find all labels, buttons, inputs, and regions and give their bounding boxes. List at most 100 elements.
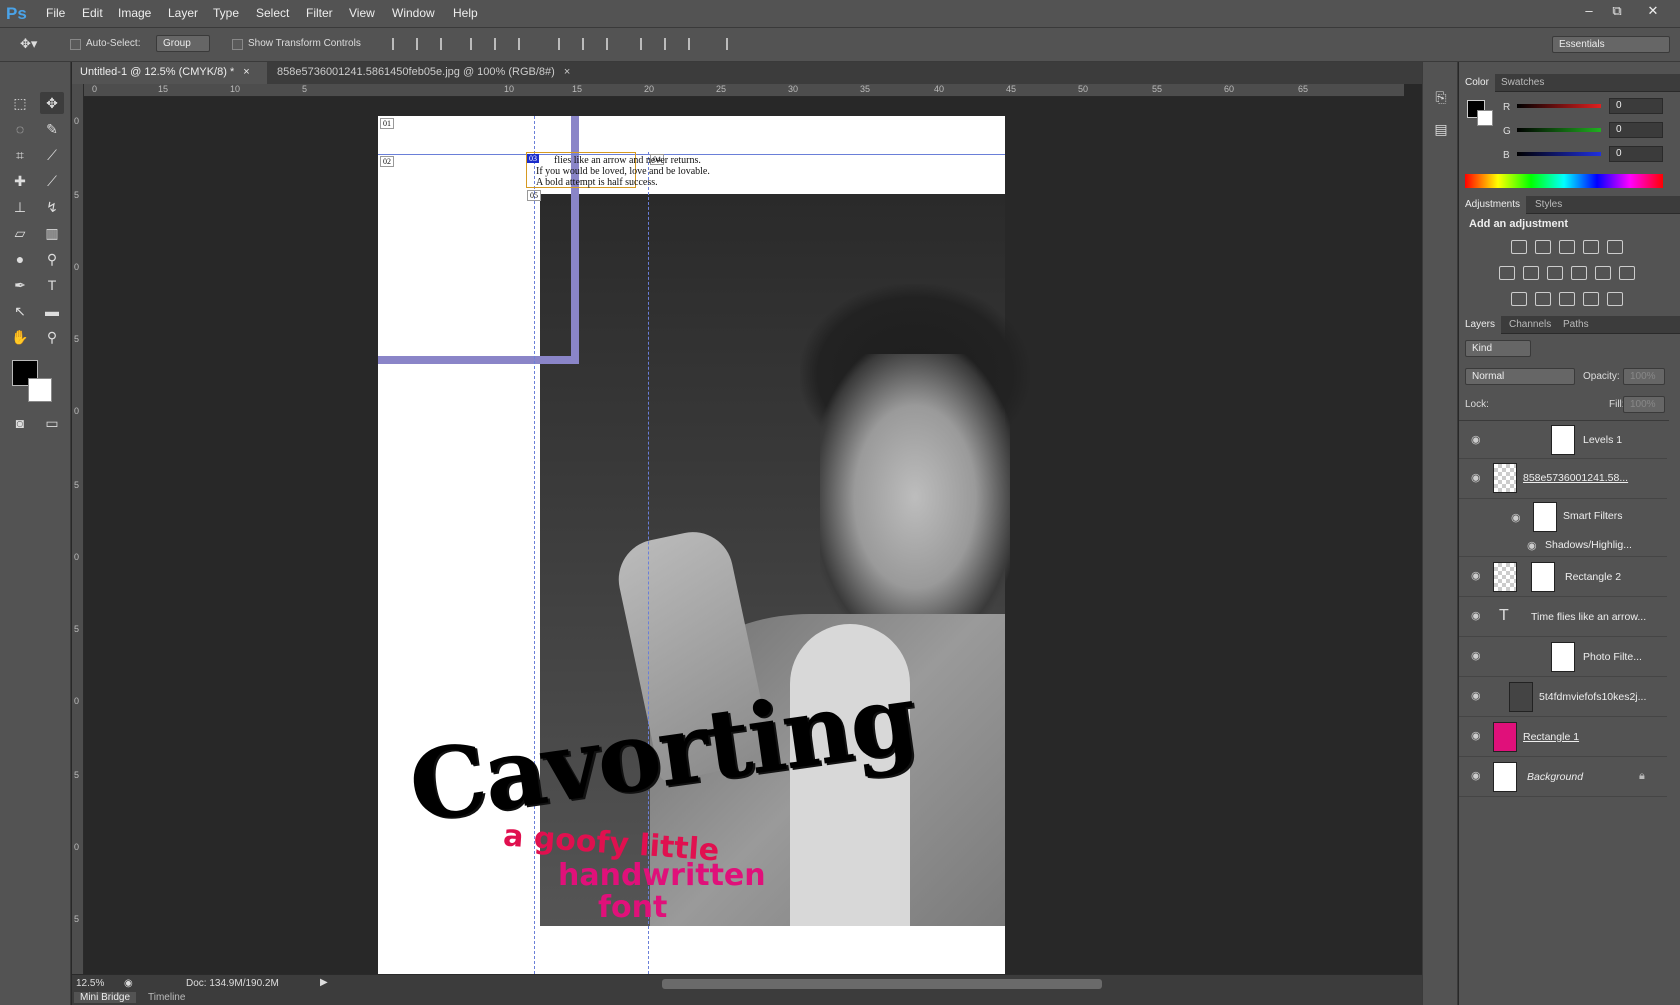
- threshold-icon[interactable]: [1559, 292, 1575, 306]
- layer-row[interactable]: ◉ Rectangle 1: [1459, 717, 1667, 757]
- menu-file[interactable]: File: [46, 6, 65, 20]
- green-slider[interactable]: [1517, 128, 1601, 132]
- layer-row[interactable]: ◉ Photo Filte...: [1459, 637, 1667, 677]
- layer-row[interactable]: ◉ T Time flies like an arrow...: [1459, 597, 1667, 637]
- align-vcenter-icon[interactable]: [416, 38, 430, 50]
- distribute-vcenter-icon[interactable]: [582, 38, 596, 50]
- color-lookup-icon[interactable]: [1619, 266, 1635, 280]
- tab-swatches[interactable]: Swatches: [1495, 74, 1550, 92]
- canvas-area[interactable]: 01 02 03 04 05 flies like an arrow and n…: [84, 98, 1404, 974]
- visibility-eye-icon[interactable]: ◉: [1471, 433, 1485, 446]
- tab-layers[interactable]: Layers: [1459, 316, 1502, 334]
- blur-tool-icon[interactable]: ●: [8, 248, 32, 270]
- visibility-eye-icon[interactable]: ◉: [1471, 471, 1485, 484]
- gradient-map-icon[interactable]: [1607, 292, 1623, 306]
- layer-row[interactable]: ◉ 858e5736001241.58...: [1459, 459, 1667, 499]
- healing-tool-icon[interactable]: ✚: [8, 170, 32, 192]
- menu-window[interactable]: Window: [392, 6, 435, 20]
- auto-select-checkbox[interactable]: [70, 39, 81, 50]
- workspace-dropdown[interactable]: Essentials: [1552, 36, 1670, 53]
- pen-tool-icon[interactable]: ✒: [8, 274, 32, 296]
- slice-label[interactable]: 02: [380, 156, 394, 167]
- fill-input[interactable]: 100%: [1623, 396, 1665, 413]
- menu-filter[interactable]: Filter: [306, 6, 333, 20]
- restore-button[interactable]: ⧉: [1604, 2, 1630, 20]
- layer-row[interactable]: ◉ Rectangle 2: [1459, 557, 1667, 597]
- zoom-level[interactable]: 12.5%: [76, 978, 104, 989]
- layer-row[interactable]: ◉ Background 🔒︎: [1459, 757, 1667, 797]
- menu-edit[interactable]: Edit: [82, 6, 103, 20]
- move-tool-icon[interactable]: ✥▾: [20, 36, 37, 52]
- bg-color-swatch[interactable]: [1477, 110, 1493, 126]
- menu-select[interactable]: Select: [256, 6, 289, 20]
- color-balance-icon[interactable]: [1523, 266, 1539, 280]
- tab-mini-bridge[interactable]: Mini Bridge: [74, 992, 137, 1003]
- channel-mixer-icon[interactable]: [1595, 266, 1611, 280]
- red-slider[interactable]: [1517, 104, 1601, 108]
- blend-mode-dropdown[interactable]: Normal: [1465, 368, 1575, 385]
- visibility-eye-icon[interactable]: ◉: [1511, 511, 1525, 524]
- transform-controls-checkbox[interactable]: [232, 39, 243, 50]
- hand-tool-icon[interactable]: ✋: [8, 326, 32, 348]
- distribute-right-icon[interactable]: [688, 38, 702, 50]
- align-right-icon[interactable]: [518, 38, 532, 50]
- close-icon[interactable]: ×: [243, 66, 249, 78]
- tab-styles[interactable]: Styles: [1529, 196, 1568, 214]
- slice-label[interactable]: 05: [527, 190, 541, 201]
- menu-view[interactable]: View: [349, 6, 375, 20]
- distribute-hcenter-icon[interactable]: [664, 38, 678, 50]
- visibility-eye-icon[interactable]: ◉: [1527, 539, 1541, 552]
- selective-color-icon[interactable]: [1583, 292, 1599, 306]
- invert-icon[interactable]: [1511, 292, 1527, 306]
- path-select-tool-icon[interactable]: ↖: [8, 300, 32, 322]
- layer-row[interactable]: ◉ 5t4fdmviefofs10kes2j...: [1459, 677, 1667, 717]
- shape-tool-icon[interactable]: ▬: [40, 300, 64, 322]
- eyedropper-tool-icon[interactable]: ⟋: [40, 144, 64, 166]
- black-white-icon[interactable]: [1547, 266, 1563, 280]
- menu-help[interactable]: Help: [453, 6, 478, 20]
- close-button[interactable]: ✕: [1640, 2, 1666, 20]
- layer-row[interactable]: ◉ Levels 1: [1459, 421, 1667, 459]
- vibrance-icon[interactable]: [1607, 240, 1623, 254]
- tab-paths[interactable]: Paths: [1557, 316, 1595, 334]
- stamp-tool-icon[interactable]: ⊥: [8, 196, 32, 218]
- visibility-eye-icon[interactable]: ◉: [1471, 769, 1485, 782]
- visibility-eye-icon[interactable]: ◉: [1471, 729, 1485, 742]
- zoom-tool-icon[interactable]: ⚲: [40, 326, 64, 348]
- history-panel-icon[interactable]: ⎘: [1429, 86, 1453, 108]
- quick-select-tool-icon[interactable]: ✎: [40, 118, 64, 140]
- slice-label[interactable]: 01: [380, 118, 394, 129]
- visibility-eye-icon[interactable]: ◉: [1471, 649, 1485, 662]
- layer-row[interactable]: ◉ Shadows/Highlig...: [1459, 535, 1667, 557]
- color-spectrum[interactable]: [1465, 174, 1663, 188]
- tab-jpg[interactable]: 858e5736001241.5861450feb05e.jpg @ 100% …: [269, 62, 579, 84]
- brush-tool-icon[interactable]: ⟋: [40, 170, 64, 192]
- red-value[interactable]: 0: [1609, 98, 1663, 114]
- visibility-eye-icon[interactable]: ◉: [1471, 609, 1485, 622]
- screen-mode-icon[interactable]: ▭: [40, 412, 64, 434]
- photo-filter-icon[interactable]: [1571, 266, 1587, 280]
- brightness-icon[interactable]: [1511, 240, 1527, 254]
- gradient-tool-icon[interactable]: ▥: [40, 222, 64, 244]
- crop-tool-icon[interactable]: ⌗: [8, 144, 32, 166]
- distribute-bottom-icon[interactable]: [606, 38, 620, 50]
- history-brush-tool-icon[interactable]: ↯: [40, 196, 64, 218]
- opacity-input[interactable]: 100%: [1623, 368, 1665, 385]
- type-tool-icon[interactable]: T: [40, 274, 64, 296]
- dodge-tool-icon[interactable]: ⚲: [40, 248, 64, 270]
- align-top-icon[interactable]: [392, 38, 406, 50]
- eraser-tool-icon[interactable]: ▱: [8, 222, 32, 244]
- close-icon[interactable]: ×: [564, 66, 570, 78]
- blue-slider[interactable]: [1517, 152, 1601, 156]
- tab-timeline[interactable]: Timeline: [142, 992, 191, 1003]
- quick-mask-icon[interactable]: ◙: [8, 412, 32, 434]
- tab-channels[interactable]: Channels: [1503, 316, 1557, 334]
- distribute-left-icon[interactable]: [640, 38, 654, 50]
- levels-icon[interactable]: [1535, 240, 1551, 254]
- menu-layer[interactable]: Layer: [168, 6, 198, 20]
- auto-align-icon[interactable]: [726, 38, 740, 50]
- visibility-eye-icon[interactable]: ◉: [1471, 569, 1485, 582]
- curves-icon[interactable]: [1559, 240, 1575, 254]
- marquee-tool-icon[interactable]: ⬚: [8, 92, 32, 114]
- background-color-swatch[interactable]: [28, 378, 52, 402]
